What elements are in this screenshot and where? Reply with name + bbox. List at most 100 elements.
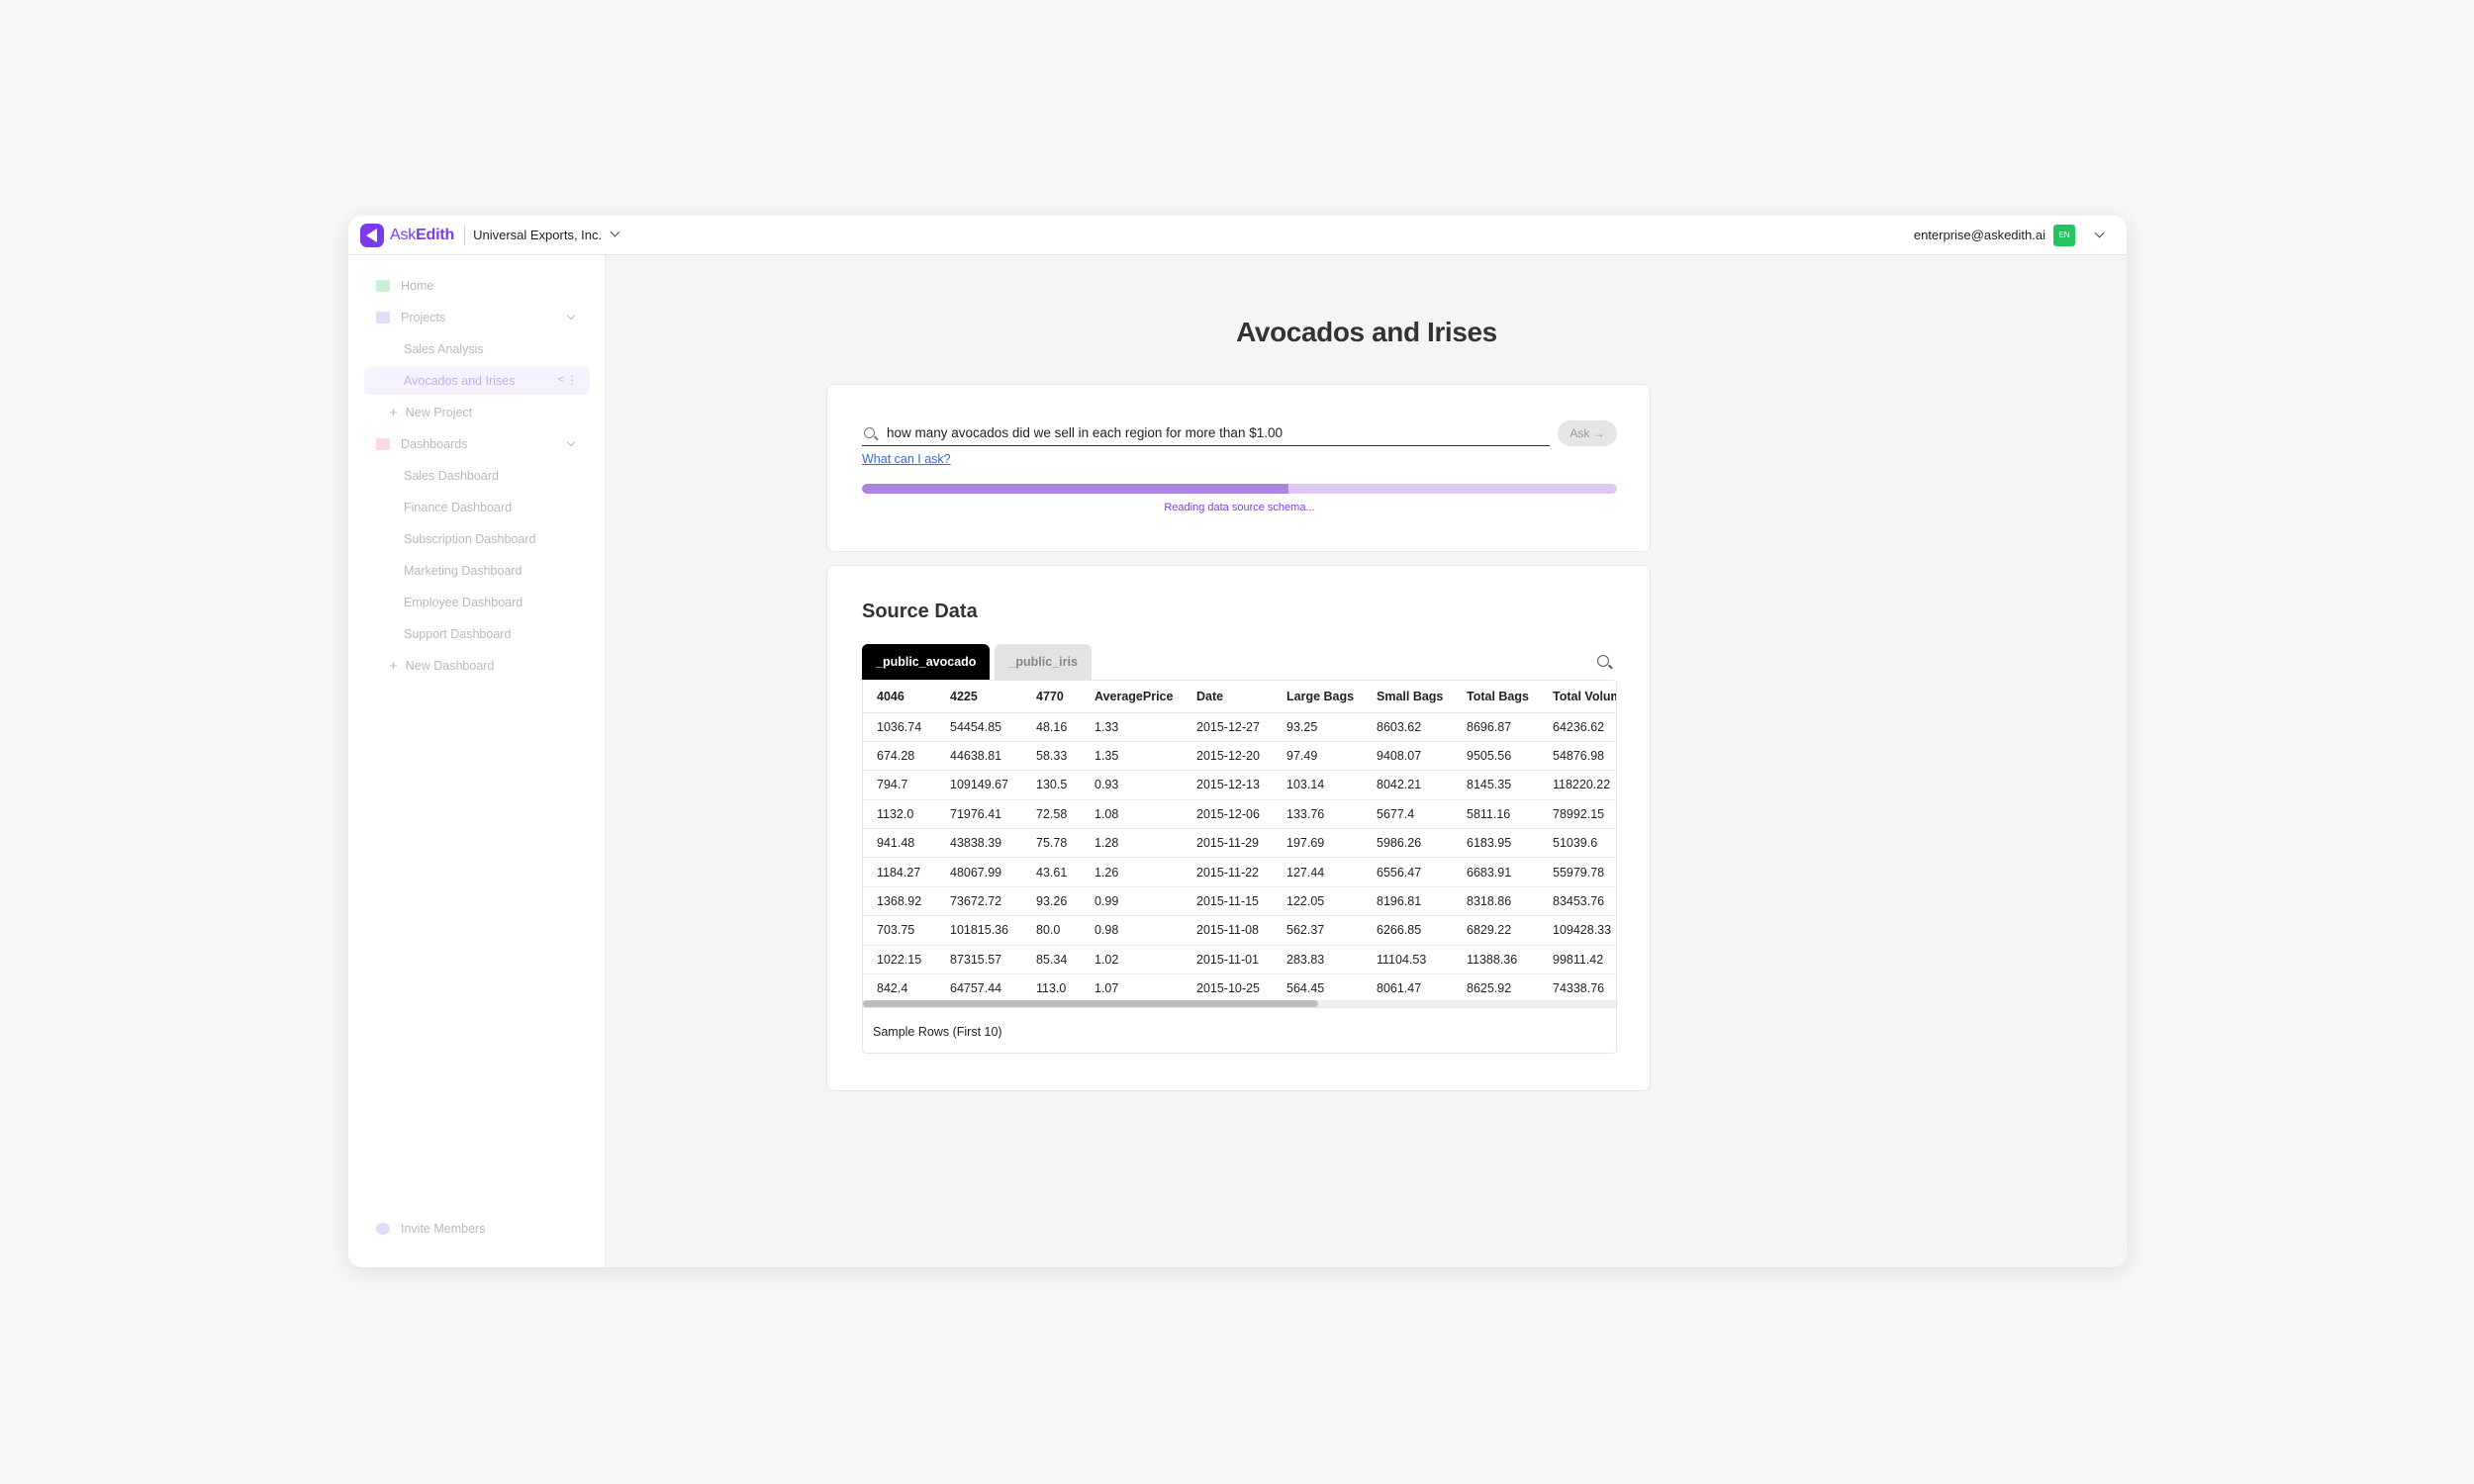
table-cell: 133.76 [1273, 799, 1363, 830]
column-header[interactable]: Small Bags [1363, 681, 1453, 713]
column-header[interactable]: 4046 [863, 681, 936, 713]
horizontal-scrollbar[interactable] [863, 1000, 1616, 1007]
sidebar-item-subscription-dashboard[interactable]: Subscription Dashboard [364, 525, 590, 553]
source-data-card: Source Data _public_avocado _public_iris… [826, 565, 1651, 1091]
more-options-icon[interactable]: ⋮ [566, 373, 578, 387]
sidebar-item-projects[interactable]: Projects [364, 304, 590, 331]
table-row: 1132.0 71976.41 72.58 1.08 2015-12-06 133.76 5… [863, 799, 1616, 830]
table-body: 1036.74 54454.85 48.16 1.33 2015-12-27 93.25 8… [863, 712, 1616, 1004]
table-header-row: 4046 4225 4770 AveragePrice Date Large Bags Sm… [863, 681, 1616, 713]
table-cell: 1036.74 [863, 712, 936, 742]
section-title: Source Data [862, 601, 978, 622]
column-header[interactable]: 4770 [1022, 681, 1081, 713]
sidebar-item-avocados-and-irises[interactable]: Avocados and Irises < ⋮ [364, 367, 590, 395]
new-project-button[interactable]: + New Project [364, 399, 590, 426]
ask-button[interactable]: Ask → [1558, 420, 1617, 446]
sidebar-item-finance-dashboard[interactable]: Finance Dashboard [364, 494, 590, 521]
sidebar-item-sales-dashboard[interactable]: Sales Dashboard [364, 462, 590, 490]
folder-icon [376, 312, 390, 324]
table-cell: 85.34 [1022, 945, 1081, 975]
progress-fill [862, 484, 1289, 494]
sidebar-item-marketing-dashboard[interactable]: Marketing Dashboard [364, 557, 590, 585]
table-cell: 283.83 [1273, 945, 1363, 975]
table-cell: 1368.92 [863, 886, 936, 917]
invite-members-button[interactable]: Invite Members [364, 1215, 590, 1243]
table-cell: 109428.33 [1539, 915, 1616, 946]
table-cell: 197.69 [1273, 828, 1363, 859]
sidebar-item-sales-analysis[interactable]: Sales Analysis [364, 335, 590, 363]
sidebar-item-label: Dashboards [401, 437, 468, 451]
sidebar-item-dashboards[interactable]: Dashboards [364, 430, 590, 458]
sidebar-item-label: New Project [405, 406, 473, 419]
table-cell: 44638.81 [936, 741, 1022, 772]
table-cell: 54876.98 [1539, 741, 1616, 772]
table-cell: 2015-11-29 [1183, 828, 1273, 859]
scrollbar-thumb[interactable] [863, 1000, 1318, 1007]
table-cell: 130.5 [1022, 770, 1081, 800]
sidebar-item-employee-dashboard[interactable]: Employee Dashboard [364, 589, 590, 616]
table-cell: 118220.22 [1539, 770, 1616, 800]
add-user-icon [376, 1223, 390, 1235]
table-cell: 8625.92 [1453, 974, 1539, 1004]
sidebar-item-label: Avocados and Irises [404, 374, 516, 388]
new-dashboard-button[interactable]: + New Dashboard [364, 652, 590, 680]
sidebar-item-label: Home [401, 279, 434, 293]
table-cell: 55979.78 [1539, 857, 1616, 887]
share-icon[interactable]: < [558, 374, 564, 386]
table-cell: 58.33 [1022, 741, 1081, 772]
table-cell: 93.26 [1022, 886, 1081, 917]
table-row: 1184.27 48067.99 43.61 1.26 2015-11-22 127.44… [863, 857, 1616, 887]
user-email[interactable]: enterprise@askedith.ai [1914, 228, 2046, 242]
table-cell: 101815.36 [936, 915, 1022, 946]
divider [464, 225, 466, 245]
table-cell: 80.0 [1022, 915, 1081, 946]
table-cell: 2015-11-01 [1183, 945, 1273, 975]
tab-public-iris[interactable]: _public_iris [995, 644, 1092, 680]
column-header[interactable]: Date [1183, 681, 1273, 713]
table-row: 1368.92 73672.72 93.26 0.99 2015-11-15 122.05… [863, 886, 1616, 917]
table-cell: 64236.62 [1539, 712, 1616, 742]
query-input[interactable] [887, 425, 1530, 440]
sidebar-item-label: Marketing Dashboard [404, 564, 523, 578]
table-cell: 2015-10-25 [1183, 974, 1273, 1004]
table-row: 794.7 109149.67 130.5 0.93 2015-12-13 103.14 8… [863, 770, 1616, 800]
org-selector[interactable]: Universal Exports, Inc. [473, 228, 602, 242]
table-cell: 75.78 [1022, 828, 1081, 859]
table-row: 941.48 43838.39 75.78 1.28 2015-11-29 197.69 5… [863, 828, 1616, 859]
language-flag-icon[interactable]: EN [2053, 225, 2075, 246]
tab-public-avocado[interactable]: _public_avocado [862, 644, 991, 680]
table-cell: 2015-11-08 [1183, 915, 1273, 946]
column-header[interactable]: Large Bags [1273, 681, 1363, 713]
table-cell: 109149.67 [936, 770, 1022, 800]
table-cell: 2015-12-20 [1183, 741, 1273, 772]
main-content: Avocados and Irises Ask → What can I ask… [607, 255, 2127, 1267]
what-can-i-ask-link[interactable]: What can I ask? [862, 452, 951, 466]
column-header[interactable]: Total Volume [1539, 681, 1616, 713]
column-header[interactable]: AveragePrice [1081, 681, 1183, 713]
sidebar-item-support-dashboard[interactable]: Support Dashboard [364, 620, 590, 648]
search-icon[interactable] [1597, 655, 1609, 667]
table-cell: 2015-12-13 [1183, 770, 1273, 800]
table-cell: 2015-11-15 [1183, 886, 1273, 917]
chevron-down-icon[interactable] [566, 311, 576, 321]
column-header[interactable]: 4225 [936, 681, 1022, 713]
dashboard-icon [376, 438, 390, 450]
query-field[interactable] [862, 420, 1550, 446]
table-cell: 1.33 [1081, 712, 1183, 742]
sidebar-item-label: Sales Analysis [404, 342, 484, 356]
column-header[interactable]: Total Bags [1453, 681, 1539, 713]
table-row: 674.28 44638.81 58.33 1.35 2015-12-20 97.49 94… [863, 741, 1616, 772]
table-cell: 1.08 [1081, 799, 1183, 830]
table-cell: 6183.95 [1453, 828, 1539, 859]
table-cell: 11388.36 [1453, 945, 1539, 975]
table-cell: 842.4 [863, 974, 936, 1004]
logo[interactable]: AskEdith [360, 216, 454, 255]
chevron-down-icon[interactable] [566, 437, 576, 447]
table-cell: 1.02 [1081, 945, 1183, 975]
table-cell: 1022.15 [863, 945, 936, 975]
table-row: 842.4 64757.44 113.0 1.07 2015-10-25 564.45 80… [863, 974, 1616, 1004]
sidebar-item-home[interactable]: Home [364, 272, 590, 300]
chevron-down-icon[interactable] [2094, 228, 2105, 238]
table-cell: 5986.26 [1363, 828, 1453, 859]
chevron-down-icon[interactable] [610, 227, 620, 237]
